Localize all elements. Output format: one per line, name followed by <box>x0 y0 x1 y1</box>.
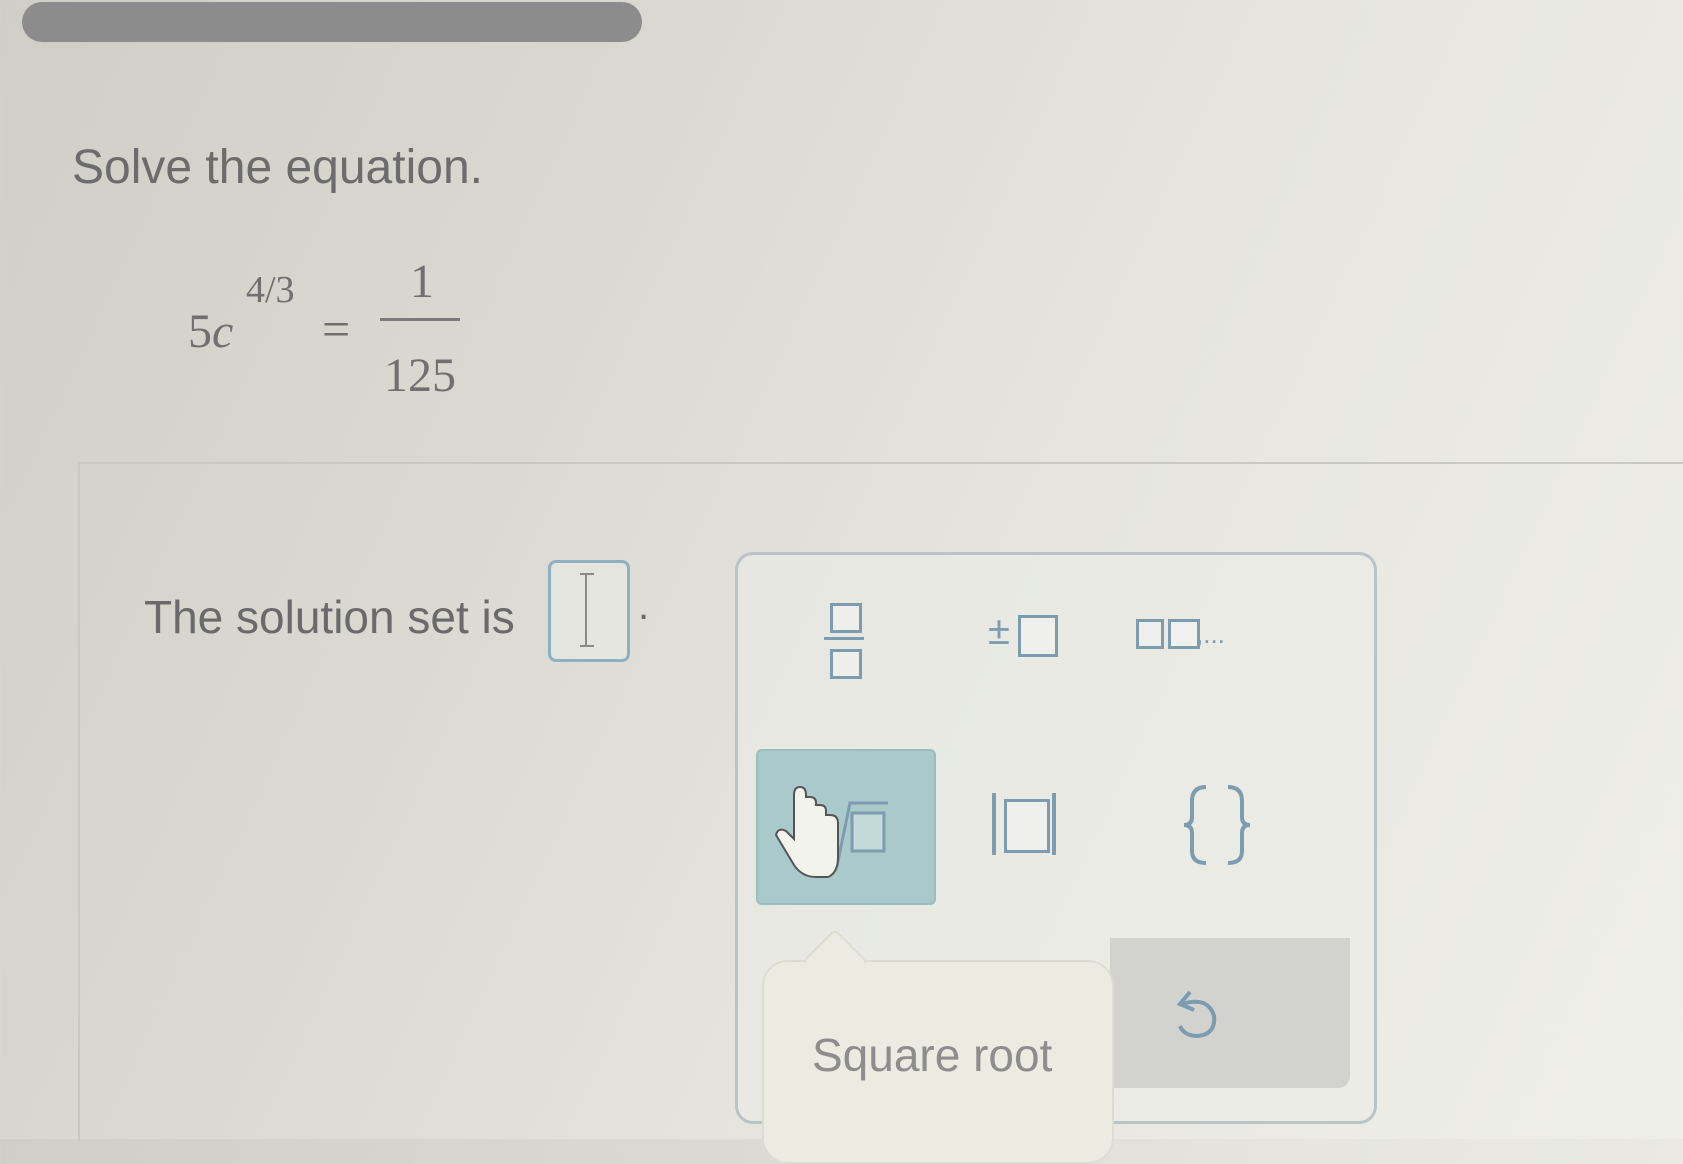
answer-input[interactable] <box>548 560 630 662</box>
progress-bar <box>22 2 642 42</box>
fraction-bar <box>380 318 460 321</box>
equation-exponent: 4/3 <box>246 269 295 311</box>
tooltip-text: Square root <box>812 1029 1053 1081</box>
equation: 5c 4/3 = 1 125 <box>188 250 508 402</box>
sentence-period: . <box>638 584 650 628</box>
undo-icon[interactable] <box>1168 978 1228 1047</box>
set-braces-button[interactable] <box>1128 755 1298 895</box>
fraction-numerator: 1 <box>410 255 434 308</box>
text-cursor-icon <box>580 573 595 647</box>
equation-coefficient: 5 <box>188 305 212 358</box>
equals-sign: = <box>322 301 351 357</box>
plus-minus-button[interactable]: ± <box>948 575 1118 715</box>
question-prompt: Solve the equation. <box>72 141 483 194</box>
absolute-value-button[interactable] <box>948 755 1118 895</box>
fraction-denominator: 125 <box>384 349 456 402</box>
equation-variable: c <box>212 305 234 358</box>
fraction-button[interactable] <box>778 575 948 715</box>
equation-lhs: 5c <box>188 304 233 359</box>
solution-label: The solution set is <box>144 591 515 643</box>
palette-tools-row <box>1110 938 1350 1088</box>
list-button[interactable]: ,... <box>1128 575 1298 715</box>
tooltip: Square root <box>762 960 1114 1164</box>
square-root-button[interactable] <box>756 749 936 905</box>
